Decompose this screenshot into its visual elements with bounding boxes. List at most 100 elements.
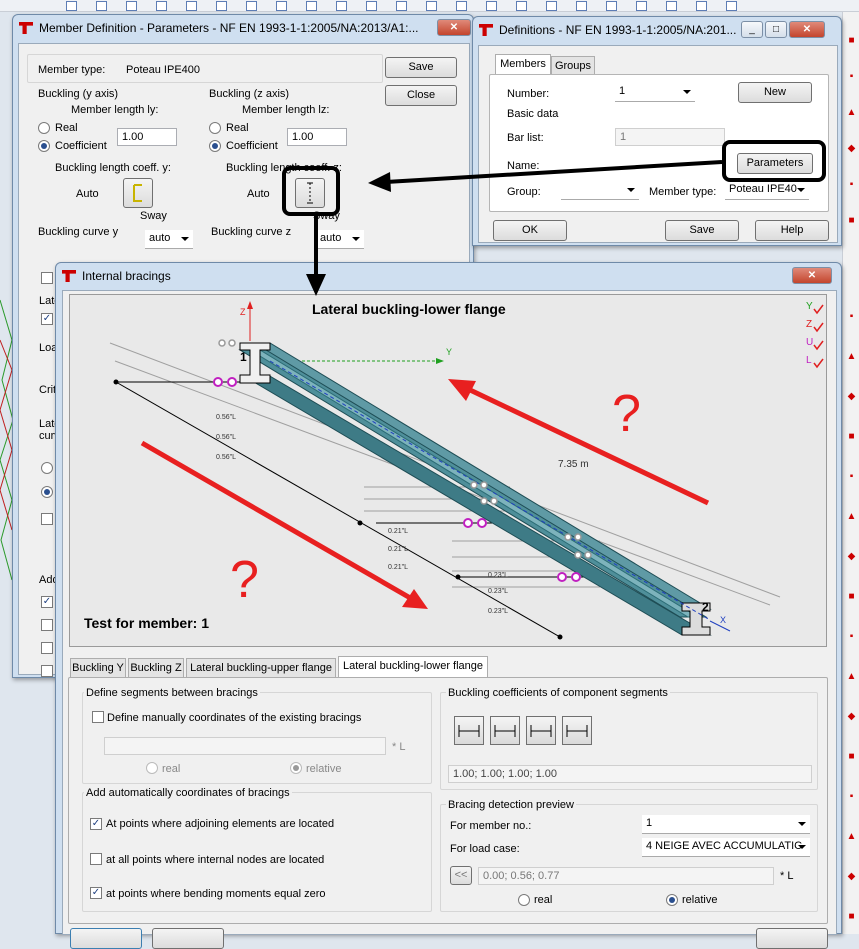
detected-coordinates-field[interactable]: 0.00; 0.56; 0.77	[478, 867, 774, 885]
toolbar-icon[interactable]	[126, 1, 137, 11]
segment-1-button[interactable]	[454, 716, 484, 745]
toolbar-icon[interactable]: ▪	[846, 632, 857, 642]
toolbar-icon[interactable]: ■	[846, 752, 857, 762]
member-type-select[interactable]: Poteau IPE40	[725, 181, 809, 200]
toolbar-icon[interactable]: ■	[846, 432, 857, 442]
close-icon[interactable]: ✕	[789, 21, 825, 38]
toolbar-icon[interactable]: ■	[846, 36, 857, 46]
preview-real-radio[interactable]	[518, 894, 530, 906]
coefficient-z-radio[interactable]	[209, 140, 221, 152]
member-no-select[interactable]: 1	[642, 815, 810, 834]
help-button[interactable]	[756, 928, 828, 949]
relative-radio[interactable]	[290, 762, 302, 774]
toolbar-icon[interactable]	[486, 1, 497, 11]
cancel-button[interactable]	[152, 928, 224, 949]
toolbar-icon[interactable]	[396, 1, 407, 11]
real-y-radio[interactable]	[38, 122, 50, 134]
tab-buckling-y[interactable]: Buckling Y	[70, 658, 126, 677]
toolbar-icon[interactable]	[336, 1, 347, 11]
toolbar-icon[interactable]	[456, 1, 467, 11]
toolbar-icon[interactable]: ■	[846, 592, 857, 602]
tab-buckling-z[interactable]: Buckling Z	[128, 658, 184, 677]
define-manually-checkbox[interactable]	[92, 711, 104, 723]
lateral-buckling-checkbox[interactable]: ✓	[41, 313, 53, 325]
toolbar-icon[interactable]	[66, 1, 77, 11]
toolbar-icon[interactable]	[366, 1, 377, 11]
toolbar-icon[interactable]: ◆	[846, 552, 857, 562]
toolbar-icon[interactable]: ▪	[846, 472, 857, 482]
add-option-checkbox[interactable]	[41, 619, 53, 631]
toolbar-icon[interactable]: ◆	[846, 712, 857, 722]
toolbar-icon[interactable]	[546, 1, 557, 11]
toolbar-icon[interactable]: ◆	[846, 872, 857, 882]
buckling-curve-y-select[interactable]: auto	[145, 230, 193, 249]
save-button[interactable]: Save	[665, 220, 739, 241]
coefficient-y-radio[interactable]	[38, 140, 50, 152]
toolbar-icon[interactable]: ▲	[846, 108, 857, 118]
manual-coordinates-input[interactable]	[104, 737, 386, 755]
toolbar-icon[interactable]	[666, 1, 677, 11]
toolbar-icon[interactable]: ▪	[846, 180, 857, 190]
option-checkbox[interactable]	[41, 513, 53, 525]
toolbar-icon[interactable]	[306, 1, 317, 11]
coefficient-z-input[interactable]: 1.00	[287, 128, 347, 146]
real-radio[interactable]	[146, 762, 158, 774]
sway-y-button[interactable]	[123, 178, 153, 208]
number-select[interactable]: 1	[615, 83, 695, 102]
adjoining-elements-checkbox[interactable]: ✓	[90, 818, 102, 830]
toolbar-icon[interactable]	[246, 1, 257, 11]
toolbar-icon[interactable]: ◆	[846, 392, 857, 402]
toolbar-icon[interactable]: ■	[846, 912, 857, 922]
toolbar-icon[interactable]: ▲	[846, 672, 857, 682]
segment-3-button[interactable]	[526, 716, 556, 745]
minimize-icon[interactable]: _	[741, 21, 763, 38]
toolbar-icon[interactable]	[576, 1, 587, 11]
close-button[interactable]: Close	[385, 85, 457, 106]
buckling-curve-z-select[interactable]: auto	[316, 230, 364, 249]
ok-button[interactable]	[70, 928, 142, 949]
toolbar-icon[interactable]: ▲	[846, 832, 857, 842]
buckling-coefficients-field[interactable]: 1.00; 1.00; 1.00; 1.00	[448, 765, 812, 783]
internal-nodes-checkbox[interactable]	[90, 853, 102, 865]
preview-relative-radio[interactable]	[666, 894, 678, 906]
toolbar-icon[interactable]	[696, 1, 707, 11]
bending-moments-checkbox[interactable]: ✓	[90, 887, 102, 899]
ok-button[interactable]: OK	[493, 220, 567, 241]
help-button[interactable]: Help	[755, 220, 829, 241]
bar-list-input[interactable]: 1	[615, 128, 725, 146]
segment-4-button[interactable]	[562, 716, 592, 745]
maximize-icon[interactable]: □	[765, 21, 787, 38]
option-radio[interactable]	[41, 486, 53, 498]
toolbar-icon[interactable]: ■	[846, 216, 857, 226]
toolbar-icon[interactable]: ▪	[846, 312, 857, 322]
toolbar-icon[interactable]	[96, 1, 107, 11]
name-input[interactable]	[615, 156, 725, 174]
add-option-checkbox[interactable]: ✓	[41, 596, 53, 608]
toolbar-icon[interactable]: ▪	[846, 72, 857, 82]
toolbar-icon[interactable]: ▲	[846, 352, 857, 362]
toolbar-icon[interactable]: ◆	[846, 144, 857, 154]
toolbar-icon[interactable]	[216, 1, 227, 11]
segment-2-button[interactable]	[490, 716, 520, 745]
member-option-checkbox[interactable]	[41, 272, 53, 284]
toolbar-icon[interactable]	[426, 1, 437, 11]
toolbar-icon[interactable]	[516, 1, 527, 11]
add-option-checkbox[interactable]	[41, 665, 53, 677]
back-button[interactable]: <<	[450, 866, 472, 885]
toolbar-icon[interactable]	[276, 1, 287, 11]
coefficient-y-input[interactable]: 1.00	[117, 128, 177, 146]
tab-groups[interactable]: Groups	[551, 56, 595, 75]
load-case-select[interactable]: 4 NEIGE AVEC ACCUMULATIC	[642, 838, 810, 857]
toolbar-icon[interactable]	[606, 1, 617, 11]
toolbar-icon[interactable]	[186, 1, 197, 11]
new-button[interactable]: New	[738, 82, 812, 103]
save-button[interactable]: Save	[385, 57, 457, 78]
toolbar-icon[interactable]	[726, 1, 737, 11]
tab-lateral-buckling-lower-flange[interactable]: Lateral buckling-lower flange	[338, 656, 488, 677]
real-z-radio[interactable]	[209, 122, 221, 134]
close-icon[interactable]: ✕	[792, 267, 832, 284]
toolbar-icon[interactable]: ▲	[846, 512, 857, 522]
tab-lateral-buckling-upper-flange[interactable]: Lateral buckling-upper flange	[186, 658, 336, 677]
toolbar-icon[interactable]	[156, 1, 167, 11]
tab-members[interactable]: Members	[495, 54, 551, 75]
